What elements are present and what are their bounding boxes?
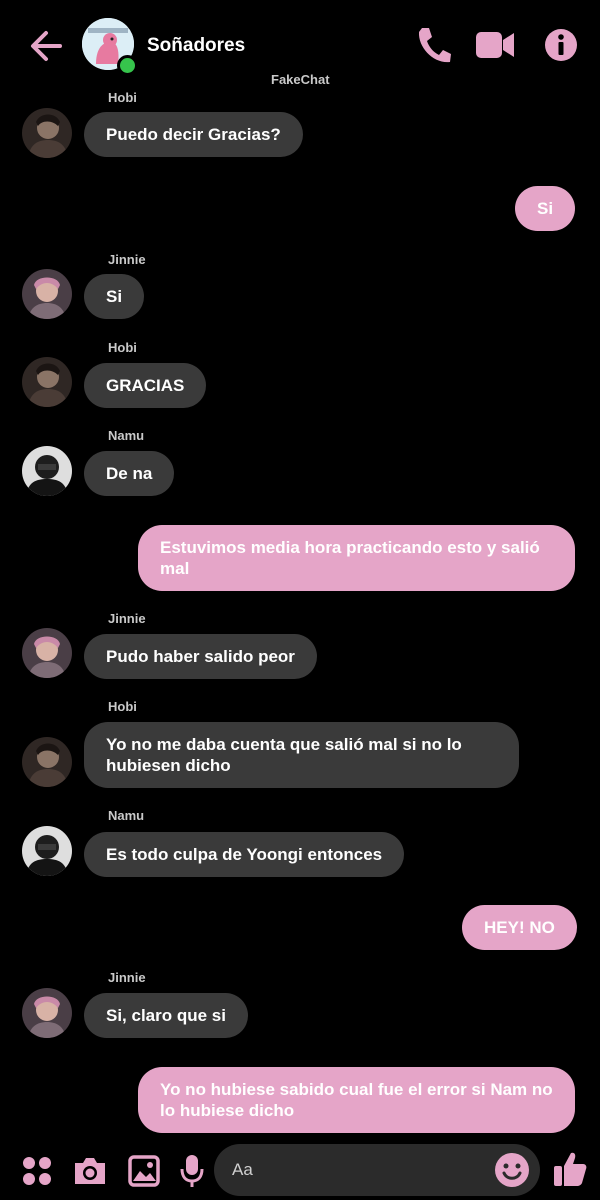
chat-title: Soñadores bbox=[147, 35, 246, 56]
sender-name: Hobi bbox=[108, 90, 137, 105]
info-button[interactable] bbox=[544, 28, 578, 67]
video-camera-icon bbox=[476, 32, 514, 58]
message-bubble-outgoing[interactable]: HEY! NO bbox=[462, 905, 577, 950]
voice-message-button[interactable] bbox=[180, 1153, 204, 1194]
apps-button[interactable] bbox=[22, 1156, 52, 1191]
message-bubble-incoming[interactable]: GRACIAS bbox=[84, 363, 207, 408]
message-bubble-outgoing[interactable]: Yo no hubiese sabido cual fue el error s… bbox=[138, 1067, 575, 1133]
sender-name: Namu bbox=[108, 808, 145, 823]
smiley-icon bbox=[495, 1153, 529, 1187]
avatar-hobi[interactable] bbox=[22, 357, 72, 407]
message-bubble-incoming[interactable]: Si bbox=[84, 274, 145, 319]
message-bubble-outgoing[interactable]: Estuvimos media hora practicando esto y … bbox=[138, 525, 575, 591]
message-input-placeholder: Aa bbox=[232, 1160, 253, 1179]
chat-header: Soñadores FakeChat bbox=[0, 0, 600, 90]
microphone-icon bbox=[180, 1155, 204, 1187]
avatar-hobi[interactable] bbox=[22, 737, 72, 787]
message-bubble-incoming[interactable]: Puedo decir Gracias? bbox=[84, 112, 303, 157]
video-call-button[interactable] bbox=[474, 30, 516, 65]
info-icon bbox=[545, 29, 577, 61]
avatar-namu[interactable] bbox=[22, 826, 72, 876]
sender-name: Jinnie bbox=[108, 252, 146, 267]
avatar-jinnie[interactable] bbox=[22, 988, 72, 1038]
avatar-jinnie[interactable] bbox=[22, 628, 72, 678]
avatar-hobi[interactable] bbox=[22, 108, 72, 158]
emoji-button[interactable] bbox=[494, 1152, 530, 1193]
phone-icon bbox=[418, 28, 451, 63]
online-status-dot bbox=[117, 55, 138, 76]
avatar-jinnie[interactable] bbox=[22, 269, 72, 319]
message-bubble-incoming[interactable]: Es todo culpa de Yoongi entonces bbox=[84, 832, 405, 877]
sender-name: Hobi bbox=[108, 340, 137, 355]
message-bubble-outgoing[interactable]: Si bbox=[515, 186, 576, 231]
like-button[interactable] bbox=[552, 1150, 588, 1193]
thumbs-up-icon bbox=[554, 1152, 587, 1186]
message-bubble-incoming[interactable]: Si, claro que si bbox=[84, 993, 248, 1038]
image-icon bbox=[128, 1155, 160, 1187]
message-bubble-incoming[interactable]: Yo no me daba cuenta que salió mal si no… bbox=[84, 722, 519, 788]
message-bubble-incoming[interactable]: De na bbox=[84, 451, 175, 496]
call-button[interactable] bbox=[414, 24, 452, 71]
sender-name: Jinnie bbox=[108, 970, 146, 985]
camera-button[interactable] bbox=[72, 1155, 108, 1192]
chat-screen: Soñadores FakeChat Hobi Puedo decir Grac… bbox=[0, 0, 600, 1200]
avatar-namu[interactable] bbox=[22, 446, 72, 496]
four-dots-icon bbox=[23, 1157, 51, 1185]
sender-name: Jinnie bbox=[108, 611, 146, 626]
back-button[interactable] bbox=[26, 26, 66, 66]
message-bubble-incoming[interactable]: Pudo haber salido peor bbox=[84, 634, 317, 679]
message-input[interactable]: Aa bbox=[214, 1144, 540, 1196]
camera-icon bbox=[75, 1158, 105, 1184]
fakechat-watermark: FakeChat bbox=[271, 72, 330, 87]
arrow-left-icon bbox=[31, 31, 62, 61]
sender-name: Namu bbox=[108, 428, 145, 443]
gallery-button[interactable] bbox=[128, 1155, 160, 1192]
sender-name: Hobi bbox=[108, 699, 137, 714]
